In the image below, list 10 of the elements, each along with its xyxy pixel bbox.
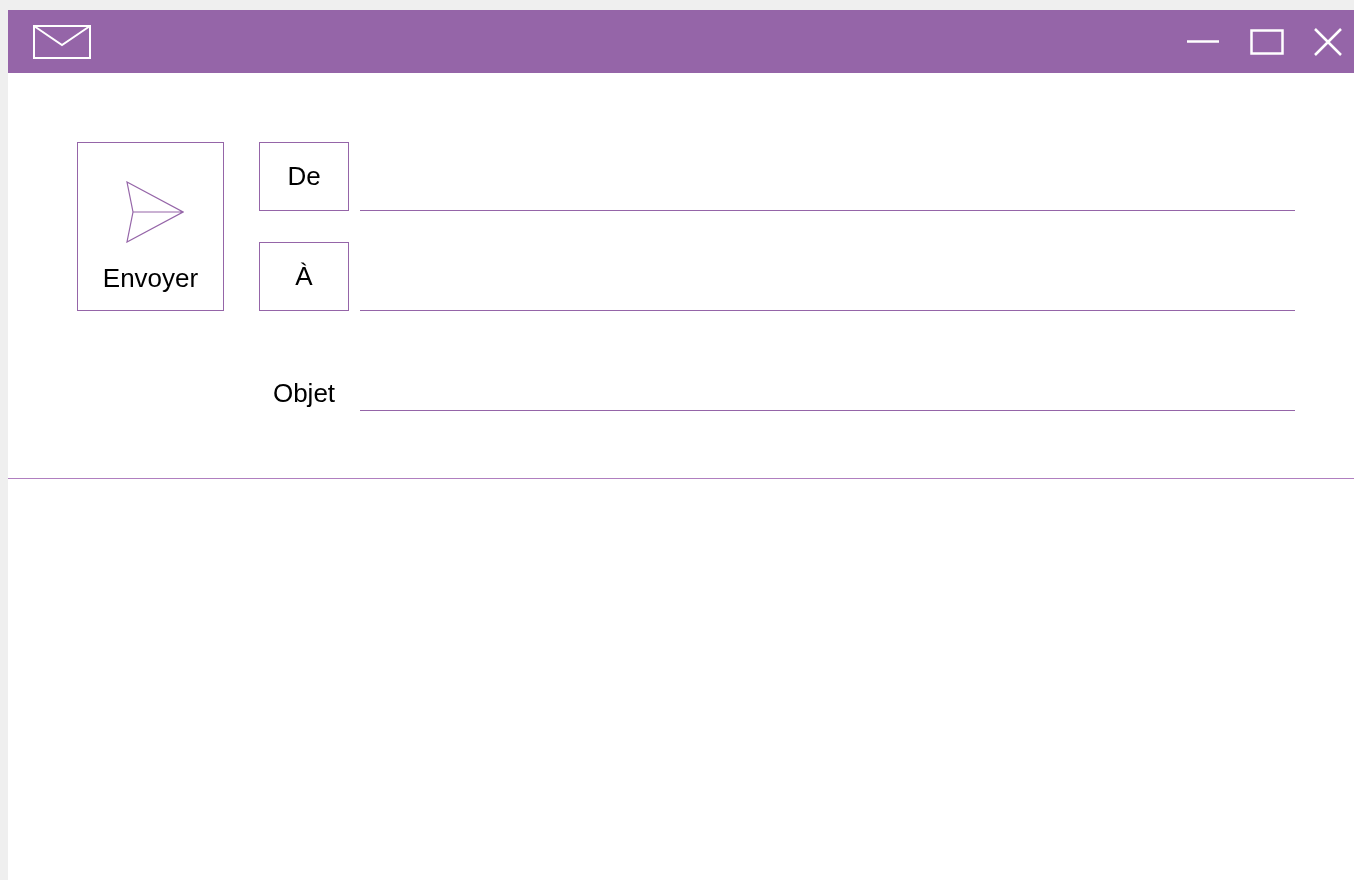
field-label: Objet bbox=[271, 377, 337, 410]
close-button[interactable] bbox=[1314, 27, 1342, 56]
envelope-icon bbox=[33, 24, 91, 59]
send-button[interactable]: Envoyer bbox=[77, 142, 224, 311]
field-label: De bbox=[259, 142, 349, 211]
close-icon bbox=[1314, 27, 1342, 56]
paper-plane-icon bbox=[125, 181, 184, 243]
minimize-icon bbox=[1186, 40, 1220, 43]
minimize-button[interactable] bbox=[1186, 40, 1220, 43]
field-label: À bbox=[259, 242, 349, 311]
